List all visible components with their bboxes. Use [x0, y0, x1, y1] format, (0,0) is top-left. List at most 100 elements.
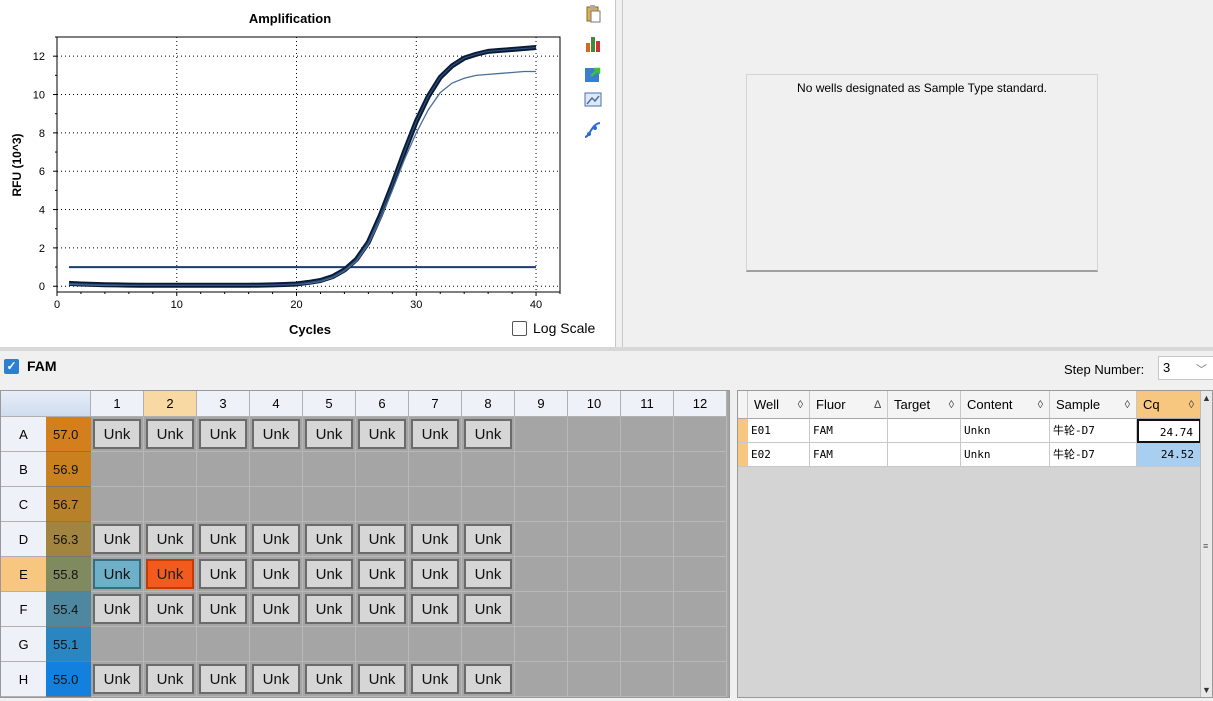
- well-sample-type[interactable]: Unk: [305, 559, 353, 589]
- plate-well[interactable]: Unk: [356, 417, 409, 452]
- plate-well[interactable]: Unk: [462, 417, 515, 452]
- plate-well[interactable]: Unk: [356, 592, 409, 627]
- plate-well[interactable]: [621, 662, 674, 697]
- plate-well[interactable]: Unk: [303, 522, 356, 557]
- plate-well[interactable]: [621, 557, 674, 592]
- plate-column-header[interactable]: 10: [568, 391, 621, 417]
- plate-well[interactable]: Unk: [356, 522, 409, 557]
- image-settings-icon[interactable]: [583, 90, 603, 110]
- sort-icon[interactable]: ◊: [798, 391, 803, 419]
- plate-well[interactable]: [144, 487, 197, 522]
- plate-well[interactable]: Unk: [409, 557, 462, 592]
- well-sample-type[interactable]: Unk: [464, 524, 512, 554]
- plate-well[interactable]: Unk: [303, 592, 356, 627]
- plate-well[interactable]: [462, 487, 515, 522]
- plate-well[interactable]: [515, 487, 568, 522]
- plate-well[interactable]: Unk: [91, 417, 144, 452]
- plate-well[interactable]: [568, 592, 621, 627]
- plate-well[interactable]: [515, 592, 568, 627]
- table-cell-cq[interactable]: 24.74: [1137, 419, 1201, 443]
- well-sample-type[interactable]: Unk: [146, 664, 194, 694]
- plate-well[interactable]: Unk: [144, 557, 197, 592]
- well-sample-type[interactable]: Unk: [146, 419, 194, 449]
- well-sample-type[interactable]: Unk: [464, 419, 512, 449]
- plate-well[interactable]: Unk: [250, 417, 303, 452]
- plate-column-header[interactable]: 5: [303, 391, 356, 417]
- plate-row-header[interactable]: G: [1, 627, 46, 662]
- well-sample-type[interactable]: Unk: [146, 594, 194, 624]
- plate-well[interactable]: Unk: [197, 522, 250, 557]
- well-sample-type[interactable]: Unk: [199, 419, 247, 449]
- well-sample-type[interactable]: Unk: [199, 524, 247, 554]
- column-header-cq[interactable]: Cq ◊: [1137, 391, 1201, 419]
- plate-column-header[interactable]: 4: [250, 391, 303, 417]
- well-sample-type[interactable]: Unk: [358, 664, 406, 694]
- plate-column-header[interactable]: 2: [144, 391, 197, 417]
- plate-well[interactable]: [515, 452, 568, 487]
- well-sample-type[interactable]: Unk: [305, 594, 353, 624]
- curve-icon[interactable]: [583, 120, 603, 140]
- plate-column-header[interactable]: 7: [409, 391, 462, 417]
- column-header-well[interactable]: Well ◊: [748, 391, 810, 419]
- plate-column-header[interactable]: 9: [515, 391, 568, 417]
- plate-well[interactable]: [250, 487, 303, 522]
- well-sample-type[interactable]: Unk: [305, 664, 353, 694]
- row-selector[interactable]: [738, 419, 748, 443]
- plate-well[interactable]: [250, 452, 303, 487]
- plate-well[interactable]: [91, 487, 144, 522]
- column-header-fluor[interactable]: Fluor ∆: [810, 391, 888, 419]
- plate-well[interactable]: Unk: [144, 417, 197, 452]
- plate-well[interactable]: Unk: [462, 557, 515, 592]
- plate-well[interactable]: Unk: [250, 592, 303, 627]
- plate-well[interactable]: [674, 452, 727, 487]
- plate-column-header[interactable]: 3: [197, 391, 250, 417]
- plate-well[interactable]: [356, 627, 409, 662]
- column-header-content[interactable]: Content ◊: [961, 391, 1050, 419]
- row-selector[interactable]: [738, 443, 748, 467]
- plate-well[interactable]: [674, 557, 727, 592]
- plate-well[interactable]: Unk: [303, 557, 356, 592]
- plate-well[interactable]: Unk: [356, 662, 409, 697]
- plate-well[interactable]: [515, 557, 568, 592]
- well-sample-type[interactable]: Unk: [199, 594, 247, 624]
- plate-well[interactable]: Unk: [462, 522, 515, 557]
- plate-well[interactable]: [197, 627, 250, 662]
- table-cell-sample[interactable]: 牛轮-D7: [1050, 419, 1137, 443]
- sort-icon[interactable]: ◊: [1038, 391, 1043, 419]
- well-sample-type[interactable]: Unk: [464, 559, 512, 589]
- well-sample-type[interactable]: Unk: [252, 594, 300, 624]
- table-cell-sample[interactable]: 牛轮-D7: [1050, 443, 1137, 467]
- well-sample-type[interactable]: Unk: [411, 419, 459, 449]
- plate-row-header[interactable]: A: [1, 417, 46, 452]
- plate-well[interactable]: [674, 417, 727, 452]
- well-sample-type[interactable]: Unk: [199, 559, 247, 589]
- plate-well[interactable]: [409, 487, 462, 522]
- well-sample-type[interactable]: Unk: [358, 559, 406, 589]
- sort-icon[interactable]: ◊: [949, 391, 954, 419]
- plate-row-header[interactable]: D: [1, 522, 46, 557]
- plate-well[interactable]: [303, 487, 356, 522]
- plate-well[interactable]: Unk: [91, 557, 144, 592]
- plate-well[interactable]: Unk: [250, 522, 303, 557]
- well-sample-type[interactable]: Unk: [146, 559, 194, 589]
- plate-well[interactable]: [303, 452, 356, 487]
- plate-well[interactable]: [568, 662, 621, 697]
- column-header-sample[interactable]: Sample ◊: [1050, 391, 1137, 419]
- plate-well[interactable]: [568, 627, 621, 662]
- panel-splitter[interactable]: [615, 0, 623, 347]
- table-cell-target[interactable]: [888, 419, 961, 443]
- plate-well[interactable]: Unk: [197, 417, 250, 452]
- plate-well[interactable]: Unk: [303, 662, 356, 697]
- plate-row-header[interactable]: F: [1, 592, 46, 627]
- chart-bars-icon[interactable]: [583, 34, 603, 54]
- plate-well[interactable]: Unk: [144, 662, 197, 697]
- plate-well[interactable]: [621, 592, 674, 627]
- well-sample-type[interactable]: Unk: [199, 664, 247, 694]
- well-sample-type[interactable]: Unk: [358, 524, 406, 554]
- plate-well[interactable]: [197, 487, 250, 522]
- well-sample-type[interactable]: Unk: [305, 419, 353, 449]
- plate-column-header[interactable]: 12: [674, 391, 727, 417]
- plate-column-header[interactable]: 11: [621, 391, 674, 417]
- well-sample-type[interactable]: Unk: [93, 594, 141, 624]
- plate-row-header[interactable]: C: [1, 487, 46, 522]
